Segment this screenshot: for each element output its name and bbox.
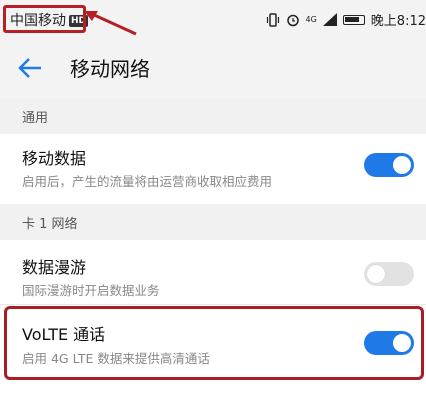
alarm-icon — [286, 14, 299, 26]
signal-icon — [322, 13, 337, 26]
toggle-knob — [393, 156, 411, 174]
setting-mobile-data-subtitle: 启用后，产生的流量将由运营商收取相应费用 — [22, 174, 273, 189]
setting-mobile-data[interactable]: 移动数据 启用后，产生的流量将由运营商收取相应费用 — [0, 134, 426, 200]
section-header-general-label: 通用 — [22, 111, 49, 126]
data-roaming-toggle[interactable] — [364, 262, 414, 286]
clock: 晚上8:12 — [370, 14, 426, 29]
volte-highlight-box — [4, 306, 424, 380]
setting-data-roaming[interactable]: 数据漫游 国际漫游时开启数据业务 — [0, 240, 426, 304]
network-type-label: 4G — [305, 14, 317, 24]
battery-icon — [342, 14, 365, 25]
status-icons: 4G 晚上8:12 — [266, 10, 426, 29]
setting-data-roaming-subtitle: 国际漫游时开启数据业务 — [22, 283, 160, 298]
list-bottom — [0, 382, 426, 394]
divider — [0, 304, 426, 305]
setting-data-roaming-title: 数据漫游 — [22, 258, 87, 277]
back-arrow-icon[interactable] — [14, 53, 44, 83]
toggle-knob — [367, 265, 385, 283]
app-bar: 移动网络 — [0, 40, 426, 98]
annotation-arrow-icon — [84, 11, 137, 36]
mobile-data-toggle[interactable] — [364, 153, 414, 177]
vibrate-icon — [266, 12, 279, 27]
setting-mobile-data-title: 移动数据 — [22, 149, 87, 168]
status-bar: 中国移动 HD 4G 晚上8:12 — [0, 0, 426, 40]
section-header-general: 通用 — [0, 98, 426, 134]
section-header-card1-label: 卡 1 网络 — [22, 217, 78, 232]
section-header-card1: 卡 1 网络 — [0, 204, 426, 240]
page-title: 移动网络 — [70, 57, 150, 81]
carrier-highlight-box — [3, 5, 86, 33]
